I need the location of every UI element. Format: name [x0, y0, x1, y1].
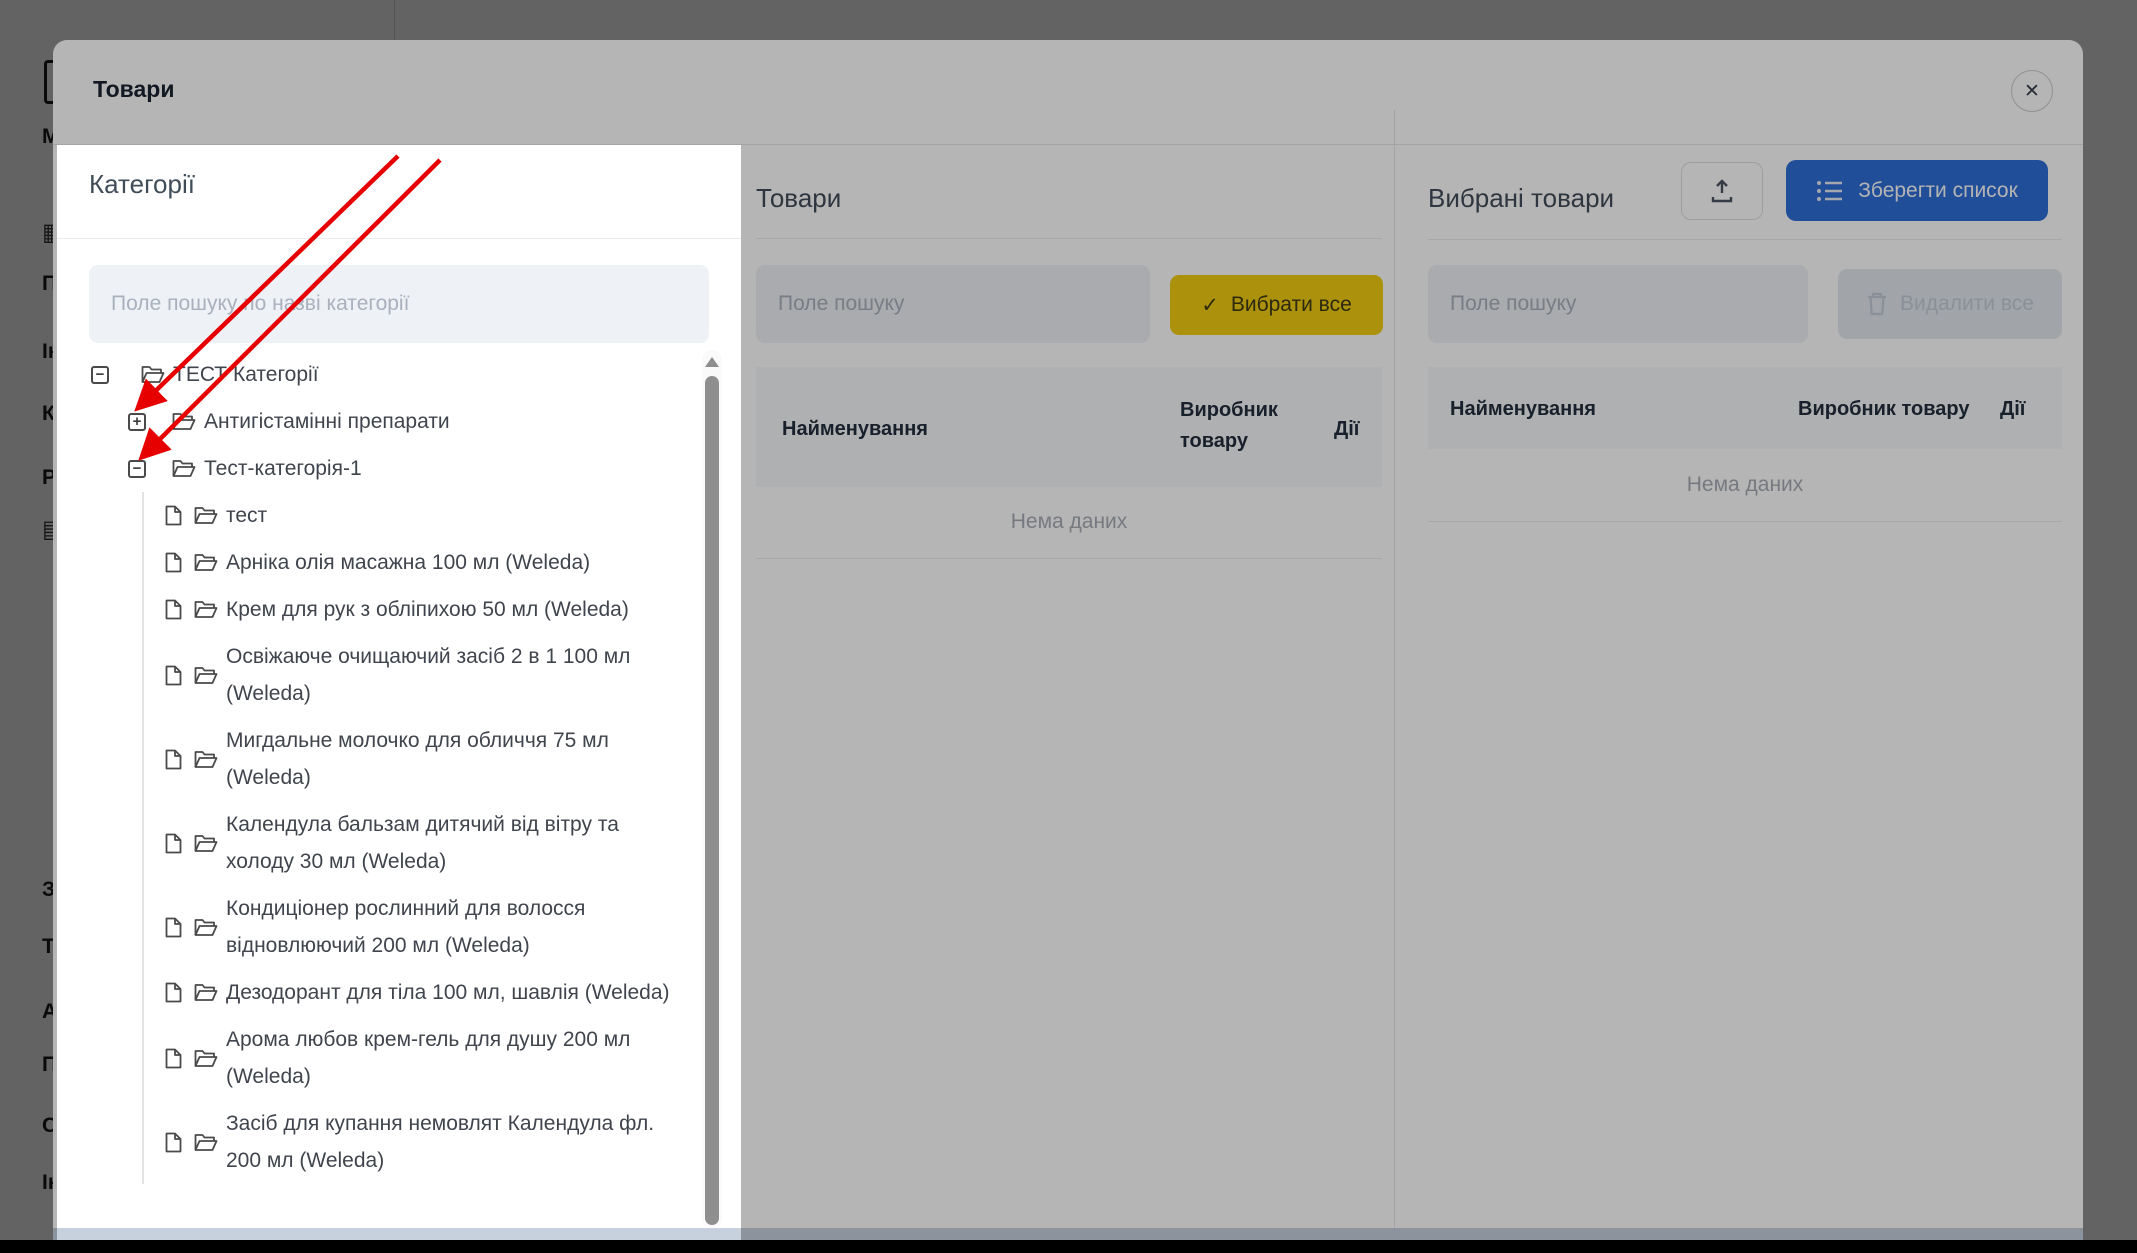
file-icon [165, 917, 182, 938]
tree-item-label: Календула бальзам дитячий від вітру та х… [226, 806, 678, 880]
file-icon [165, 665, 182, 686]
tree-item-label: Тест-категорія-1 [204, 450, 362, 487]
category-tree: − ТЕСТ Категорії + Антигістамінні препарати… [57, 351, 703, 1184]
tree-row[interactable]: Календула бальзам дитячий від вітру та х… [57, 801, 703, 885]
scrollbar-thumb[interactable] [705, 376, 719, 1225]
file-icon [165, 1048, 182, 1069]
open-folder-icon [172, 459, 196, 478]
file-icon [165, 833, 182, 854]
open-folder-icon [194, 1133, 218, 1152]
tree-row[interactable]: Арніка олія масажна 100 мл (Weleda) [57, 539, 703, 586]
open-folder-icon [141, 365, 165, 384]
tree-item-label: тест [226, 497, 678, 534]
tree-row[interactable]: Дезодорант для тіла 100 мл, шавлія (Wele… [57, 969, 703, 1016]
open-folder-icon [194, 1049, 218, 1068]
bottom-black-bar [0, 1240, 2137, 1253]
open-folder-icon [194, 750, 218, 769]
tree-item-label: Освіжаюче очищаючий засіб 2 в 1 100 мл (… [226, 638, 678, 712]
tree-row[interactable]: + Антигістамінні препарати [57, 398, 703, 445]
categories-panel-title: Категорії [89, 169, 195, 200]
categories-divider [57, 238, 741, 239]
tree-item-label: Дезодорант для тіла 100 мл, шавлія (Wele… [226, 974, 678, 1011]
file-icon [165, 1132, 182, 1153]
file-icon [165, 749, 182, 770]
categories-panel: Категорії − ТЕСТ Категорії + Антигістамінні… [57, 145, 741, 1228]
open-folder-icon [194, 600, 218, 619]
open-folder-icon [172, 412, 196, 431]
tree-row[interactable]: − ТЕСТ Категорії [57, 351, 703, 398]
file-icon [165, 552, 182, 573]
tree-item-label: Кондиціонер рослинний для волосся віднов… [226, 890, 678, 964]
open-folder-icon [194, 834, 218, 853]
open-folder-icon [194, 553, 218, 572]
tree-scrollbar[interactable] [702, 350, 722, 1228]
tree-row[interactable]: Крем для рук з обліпихою 50 мл (Weleda) [57, 586, 703, 633]
file-icon [165, 505, 182, 526]
tree-row[interactable]: Засіб для купання немовлят Календула фл.… [57, 1100, 703, 1184]
collapse-toggle[interactable]: − [128, 460, 146, 478]
tree-row[interactable]: тест [57, 492, 703, 539]
collapse-toggle[interactable]: − [91, 366, 109, 384]
dim-overlay [0, 145, 57, 1240]
open-folder-icon [194, 506, 218, 525]
tree-item-label: Мигдальне молочко для обличчя 75 мл (Wel… [226, 722, 678, 796]
scroll-up-icon[interactable] [705, 357, 719, 367]
tree-row[interactable]: − Тест-категорія-1 [57, 445, 703, 492]
tree-row[interactable]: Освіжаюче очищаючий засіб 2 в 1 100 мл (… [57, 633, 703, 717]
dim-overlay [741, 145, 2137, 1240]
open-folder-icon [194, 983, 218, 1002]
file-icon [165, 982, 182, 1003]
category-search-input[interactable] [89, 265, 709, 343]
expand-toggle[interactable]: + [128, 413, 146, 431]
tree-item-label: Антигістамінні препарати [204, 403, 450, 440]
tree-row[interactable]: Мигдальне молочко для обличчя 75 мл (Wel… [57, 717, 703, 801]
tree-item-label: Засіб для купання немовлят Календула фл.… [226, 1105, 678, 1179]
screen: М▦ПІнКР▤ЗТАПСІн Товари ✕ Товари ✓ Вибрат… [0, 0, 2137, 1253]
tree-item-label: ТЕСТ Категорії [173, 356, 319, 393]
tree-row[interactable]: Кондиціонер рослинний для волосся віднов… [57, 885, 703, 969]
tree-item-label: Арніка олія масажна 100 мл (Weleda) [226, 544, 678, 581]
tree-row[interactable]: Арома любов крем-гель для душу 200 мл (W… [57, 1016, 703, 1100]
tree-item-label: Арома любов крем-гель для душу 200 мл (W… [226, 1021, 678, 1095]
tree-item-label: Крем для рук з обліпихою 50 мл (Weleda) [226, 591, 678, 628]
file-icon [165, 599, 182, 620]
open-folder-icon [194, 666, 218, 685]
open-folder-icon [194, 918, 218, 937]
dim-overlay [0, 0, 2137, 145]
